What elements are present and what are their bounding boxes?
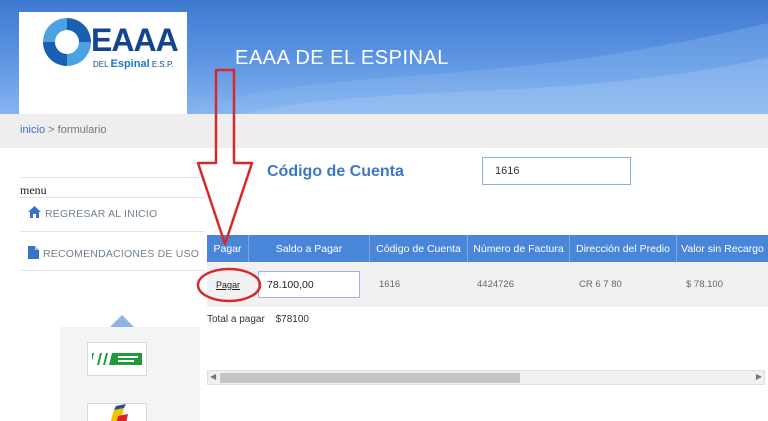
breadcrumb-current: formulario — [57, 124, 107, 136]
site-header: EAAA DEL Espinal E.S.P. EAAA DE EL ESPIN… — [0, 0, 768, 114]
scroll-right-arrow-icon[interactable]: ▶ — [756, 372, 762, 381]
balance-input[interactable]: 78.100,00 — [258, 271, 360, 298]
balance-cell: 78.100,00 — [249, 262, 370, 307]
scroll-left-arrow-icon[interactable]: ◀ — [210, 372, 216, 381]
sidebar-divider — [20, 231, 205, 232]
total-label: Total a pagar — [207, 314, 265, 325]
logo-swirl-icon — [41, 16, 93, 68]
logo[interactable]: EAAA DEL Espinal E.S.P. — [19, 12, 187, 114]
sidebar-item-recommendations[interactable]: RECOMENDACIONES DE USO — [28, 246, 199, 262]
bank-logo-graphic — [110, 404, 128, 421]
column-header-pay: Pagar — [207, 235, 249, 262]
bank-logo-secondary[interactable] — [87, 403, 147, 421]
scroll-up-arrow-icon[interactable] — [110, 315, 134, 327]
sidebar-item-home[interactable]: REGRESAR AL INICIO — [28, 206, 157, 221]
sidebar-menu-title: menu — [20, 183, 47, 197]
total-line: Total a pagar $78100 — [207, 314, 309, 325]
logo-sub-name: Espinal — [110, 58, 150, 70]
logo-sub-suffix: E.S.P. — [151, 60, 174, 69]
bank-logo-graphic — [91, 353, 142, 365]
home-icon — [28, 206, 41, 221]
table-row: Pagar 78.100,00 1616 4424726 CR 6 7 80 $… — [207, 262, 768, 307]
column-header-value-no-surcharge: Valor sin Recargo — [681, 242, 764, 255]
sidebar-divider — [20, 270, 205, 271]
column-header-balance: Saldo a Pagar — [249, 235, 370, 262]
site-title: EAAA DE EL ESPINAL — [235, 47, 449, 69]
horizontal-scrollbar[interactable]: ◀ ▶ — [207, 370, 765, 385]
column-header-account-code: Código de Cuenta — [370, 235, 468, 262]
sidebar-item-label: REGRESAR AL INICIO — [45, 207, 158, 220]
pay-link[interactable]: Pagar — [207, 262, 249, 307]
scrollbar-thumb[interactable] — [220, 373, 520, 383]
invoice-number-cell: 4424726 — [477, 279, 514, 290]
logo-subtitle: DEL Espinal E.S.P. — [93, 58, 174, 70]
bank-logo-banco-popular[interactable] — [87, 342, 147, 376]
breadcrumb-separator: > — [48, 124, 55, 136]
account-code-input[interactable]: 1616 — [482, 157, 631, 185]
breadcrumb: inicio > formulario — [20, 124, 107, 136]
sidebar-divider — [20, 177, 205, 178]
page: EAAA DEL Espinal E.S.P. EAAA DE EL ESPIN… — [0, 0, 768, 421]
column-header-invoice-number: Número de Factura — [468, 235, 570, 262]
column-header-address: Dirección del Predio — [570, 235, 677, 262]
account-code-cell: 1616 — [379, 279, 401, 290]
logo-text: EAAA — [91, 22, 179, 58]
logo-sub-prefix: DEL — [93, 60, 109, 69]
breadcrumb-bar — [0, 114, 768, 148]
total-value: $78100 — [275, 314, 309, 325]
sidebar-divider — [20, 197, 205, 198]
breadcrumb-home-link[interactable]: inicio — [20, 124, 45, 136]
table-header-row: Pagar Saldo a Pagar Código de Cuenta Núm… — [207, 235, 768, 262]
document-icon — [28, 246, 39, 262]
account-code-label: Código de Cuenta — [267, 163, 404, 180]
sidebar-item-label: RECOMENDACIONES DE USO — [43, 248, 200, 260]
value-cell: $ 78.100 — [686, 279, 723, 290]
address-cell: CR 6 7 80 — [579, 279, 622, 290]
